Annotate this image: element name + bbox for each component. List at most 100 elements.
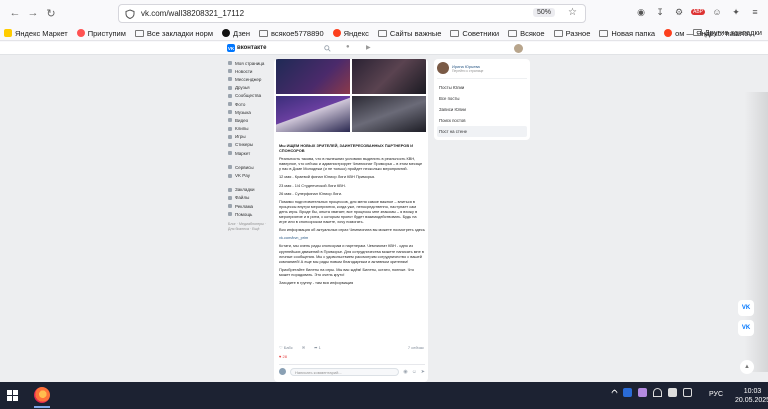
bookmark-item[interactable]: Яндекс bbox=[332, 28, 369, 38]
side-action-buttons: VK VK bbox=[738, 300, 754, 336]
nav-item-groups[interactable]: Сообщества bbox=[228, 92, 272, 100]
bookmark-folder[interactable]: Всякое bbox=[508, 29, 545, 38]
language-indicator[interactable]: РУС bbox=[709, 391, 723, 398]
post-photo[interactable] bbox=[276, 96, 350, 132]
nav-item-services[interactable]: Сервисы bbox=[228, 163, 272, 171]
nav-footer[interactable]: Блог · Медиаблогеры · Для бизнеса · Ещё bbox=[228, 222, 272, 232]
scroll-top-button[interactable]: ▲ bbox=[740, 360, 754, 374]
bookmark-folder[interactable]: Советники bbox=[450, 29, 499, 38]
bookmark-label: Новая папка bbox=[611, 28, 656, 38]
forward-icon[interactable]: → bbox=[24, 4, 42, 22]
post-link[interactable]: vk.com/kvn_prim bbox=[279, 235, 425, 240]
nav-item-news[interactable]: Новости bbox=[228, 67, 272, 75]
post-photo[interactable] bbox=[276, 59, 350, 94]
nav-item-my-page[interactable]: Моя страница bbox=[228, 59, 272, 67]
volume-icon[interactable] bbox=[668, 388, 677, 397]
music-note-icon bbox=[228, 110, 232, 115]
post-photo[interactable] bbox=[352, 96, 426, 132]
other-bookmarks[interactable]: Другие закладки bbox=[692, 28, 762, 37]
vk-share-button[interactable]: VK bbox=[738, 300, 754, 316]
bookmark-folder[interactable]: всякое5778890 bbox=[259, 29, 324, 38]
bookmark-star-icon[interactable]: ☆ bbox=[568, 7, 577, 18]
bookmark-item[interactable]: Яндекс Маркет bbox=[4, 29, 68, 38]
post-paragraph: Реальность такова, что в нынешних услови… bbox=[279, 156, 423, 172]
nav-item-photos[interactable]: Фото bbox=[228, 100, 272, 108]
nav-item-stickers[interactable]: Стикеры bbox=[228, 141, 272, 149]
post-photo[interactable] bbox=[352, 59, 426, 94]
nav-label: Маркет bbox=[235, 150, 251, 156]
chevron-up-icon[interactable] bbox=[610, 388, 619, 397]
wifi-icon[interactable] bbox=[653, 388, 662, 397]
extensions-icon[interactable]: ⚙ bbox=[672, 5, 686, 19]
bookmark-item[interactable]: Приступим bbox=[76, 29, 126, 38]
owner-info[interactable]: Ирина Юрьева Перейти к странице bbox=[437, 62, 527, 79]
likes-count: 28 bbox=[282, 354, 287, 359]
smile-icon[interactable]: ☺ bbox=[412, 369, 417, 375]
bookmark-label: Все закладки норм bbox=[146, 28, 213, 38]
bookmark-item[interactable]: Дзен bbox=[222, 29, 250, 38]
address-bar[interactable]: vk.com/wall38208321_17112 50% ☆ bbox=[118, 4, 586, 23]
pen-icon[interactable] bbox=[638, 388, 647, 397]
zoom-indicator[interactable]: 50% bbox=[532, 8, 555, 17]
windows-start-icon[interactable] bbox=[7, 390, 18, 401]
bookmark-label: всякое5778890 bbox=[271, 28, 324, 38]
send-icon[interactable]: ➤ bbox=[421, 369, 425, 375]
pocket-icon[interactable]: ◉ bbox=[634, 5, 648, 19]
nav-item-games[interactable]: Игры bbox=[228, 133, 272, 141]
bookmark-folder[interactable]: Все закладки норм bbox=[134, 28, 213, 38]
star-icon bbox=[228, 187, 232, 192]
bookmark-folder[interactable]: Сайты важные bbox=[377, 29, 441, 38]
nav-item-bookmarks[interactable]: Закладки bbox=[228, 186, 272, 194]
nav-item-video[interactable]: Видео bbox=[228, 116, 272, 124]
bell-icon[interactable]: ● bbox=[346, 44, 350, 50]
likes-summary[interactable]: ♥ 28 bbox=[279, 354, 287, 359]
clock[interactable]: 10:03 20.05.2025 bbox=[735, 387, 768, 405]
post-paragraph: Заходите в группу - там вся информация bbox=[279, 279, 354, 285]
reload-icon[interactable]: ↻ bbox=[42, 4, 60, 22]
nav-item-vkpay[interactable]: VK Pay bbox=[228, 171, 272, 179]
like-button[interactable]: ♡ Бабс bbox=[279, 345, 293, 350]
vk-logo-icon: VK bbox=[227, 44, 235, 52]
post-paragraph: Вся информация об актуальных играх Чемпи… bbox=[279, 227, 425, 233]
nav-item-help[interactable]: Помощь bbox=[228, 210, 272, 218]
account-badge-icon[interactable]: ABP bbox=[691, 5, 706, 19]
nav-item-friends[interactable]: Друзья bbox=[228, 84, 272, 92]
downloads-icon[interactable]: ↧ bbox=[653, 5, 667, 19]
avatar[interactable] bbox=[514, 44, 523, 53]
menu-icon[interactable]: ≡ bbox=[748, 5, 762, 19]
camera-icon[interactable]: ◉ bbox=[403, 369, 407, 375]
nav-label: Сообщества bbox=[235, 93, 262, 99]
nav-item-ads[interactable]: Реклама bbox=[228, 202, 272, 210]
nav-item-messenger[interactable]: Мессенджер bbox=[228, 75, 272, 83]
nav-item-market[interactable]: Маркет bbox=[228, 149, 272, 157]
bookmark-label: Яндекс bbox=[343, 28, 369, 38]
sparkle-icon[interactable]: ✦ bbox=[729, 5, 743, 19]
comment-button[interactable]: ✉ bbox=[302, 345, 305, 350]
profile-icon[interactable]: ☺ bbox=[710, 5, 724, 19]
bookmark-folder[interactable]: Новая папка bbox=[599, 29, 655, 38]
post-photos[interactable] bbox=[276, 59, 426, 132]
back-icon[interactable]: ← bbox=[6, 4, 24, 22]
share-button[interactable]: ➦ 1 bbox=[314, 345, 321, 350]
vk-logo[interactable]: VK вконтакте bbox=[227, 44, 266, 52]
nav-label: Закладки bbox=[235, 187, 255, 193]
other-bookmarks-label: Другие закладки bbox=[704, 28, 762, 37]
search-icon[interactable] bbox=[324, 45, 331, 52]
battery-icon[interactable] bbox=[683, 388, 692, 397]
bookmark-icon bbox=[664, 29, 673, 37]
vk-messenger-button[interactable]: VK bbox=[738, 320, 754, 336]
comment-input[interactable]: Написать комментарий... bbox=[290, 367, 400, 376]
tray-app-icon[interactable] bbox=[623, 388, 632, 397]
right-menu-item[interactable]: Все посты bbox=[437, 93, 527, 104]
music-icon[interactable]: ▶ bbox=[366, 44, 371, 51]
firefox-icon[interactable] bbox=[34, 387, 50, 403]
nav-item-files[interactable]: Файлы bbox=[228, 194, 272, 202]
right-menu-item[interactable]: Посты Юлии bbox=[437, 82, 527, 93]
right-menu-item[interactable]: Поиск постов bbox=[437, 115, 527, 126]
nav-item-clips[interactable]: Клипы bbox=[228, 125, 272, 133]
right-menu-item[interactable]: Записи Юлии bbox=[437, 104, 527, 115]
nav-item-music[interactable]: Музыка bbox=[228, 108, 272, 116]
bookmark-folder[interactable]: Разное bbox=[553, 29, 590, 38]
right-menu-item-active[interactable]: Пост на стене bbox=[437, 126, 527, 137]
vk-header: VK вконтакте ● ▶ bbox=[0, 42, 768, 55]
